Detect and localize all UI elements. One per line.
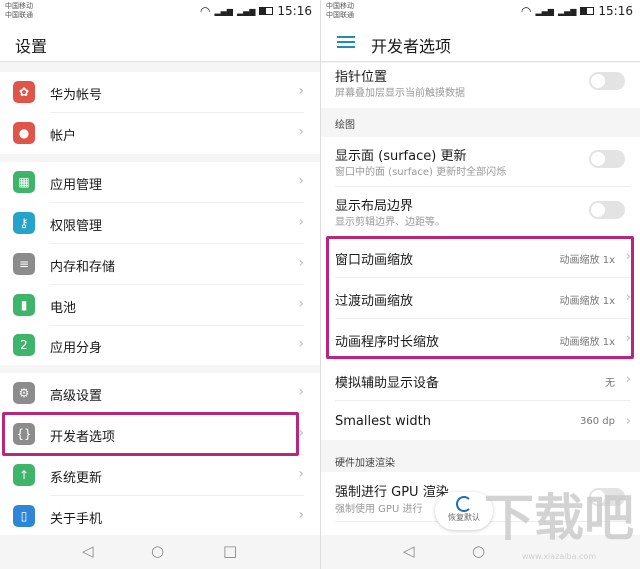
page-title: 设置 xyxy=(15,37,48,56)
chevron-right-icon: › xyxy=(298,507,304,523)
recents-button[interactable]: □ xyxy=(223,542,237,560)
back-button[interactable]: ◁ xyxy=(403,542,415,560)
surface-updates-toggle[interactable] xyxy=(589,150,625,168)
home-button[interactable]: ○ xyxy=(151,542,164,560)
chevron-right-icon: › xyxy=(298,255,304,271)
status-bar: 中国移动 中国联通 ◠ ▂▄▆ ▂▄▆ 15:16 xyxy=(321,0,640,22)
chevron-right-icon: › xyxy=(298,214,304,230)
carrier-1: 中国移动 xyxy=(326,2,354,10)
chevron-right-icon: › xyxy=(625,372,631,387)
battery-icon xyxy=(580,7,595,15)
account-icon: ● xyxy=(13,122,35,144)
app-twin-icon: 2 xyxy=(13,334,35,356)
settings-item[interactable]: ▯ 关于手机 › xyxy=(0,496,320,537)
huawei-icon: ✿ xyxy=(13,81,35,103)
carrier-2: 中国联通 xyxy=(326,11,354,19)
chevron-right-icon: › xyxy=(298,173,304,189)
pointer-location-row[interactable]: 指针位置屏幕叠加层显示当前触摸数据 xyxy=(321,63,640,108)
signal-icon: ▂▄▆ xyxy=(214,6,233,16)
settings-item[interactable]: ⚙ 高级设置 › xyxy=(0,373,320,414)
highlight-developer-options xyxy=(2,412,299,456)
battery-icon: ▮ xyxy=(13,294,35,316)
row-title: 显示布局边界 xyxy=(335,199,414,214)
storage-icon: ≡ xyxy=(13,253,35,275)
surface-updates-row[interactable]: 显示面 (surface) 更新窗口中的面 (surface) 更新时全部闪烁 xyxy=(321,137,640,187)
clock: 15:16 xyxy=(277,4,312,18)
page-title: 开发者选项 xyxy=(371,37,452,56)
settings-item-label: 应用分身 xyxy=(50,341,103,356)
settings-item[interactable]: ≡ 内存和存储 › xyxy=(0,244,320,285)
highlight-animation-scales xyxy=(326,236,634,359)
signal-icon: ▂▄▆ xyxy=(535,6,554,16)
row-value: 360 dp xyxy=(580,416,615,427)
chevron-right-icon: › xyxy=(625,414,631,429)
chevron-right-icon: › xyxy=(298,336,304,352)
developer-options-screen: 中国移动 中国联通 ◠ ▂▄▆ ▂▄▆ 15:16 开发者选项 指针位置 屏幕叠加层显示当… xyxy=(320,0,640,569)
app-bar: 开发者选项 xyxy=(321,22,640,62)
chevron-right-icon: › xyxy=(298,425,304,441)
row-subtitle: 窗口中的面 (surface) 更新时全部闪烁 xyxy=(335,167,507,178)
settings-item-label: 应用管理 xyxy=(50,178,103,193)
signal-icon: ▂▄▆ xyxy=(236,6,256,16)
carrier-1: 中国移动 xyxy=(5,2,33,10)
apps-icon: ▦ xyxy=(13,171,35,193)
carrier-2: 中国联通 xyxy=(5,11,33,19)
settings-item-label: 华为帐号 xyxy=(50,88,103,103)
gear-icon: ⚙ xyxy=(13,382,35,404)
settings-item[interactable]: ↑ 系统更新 › xyxy=(0,455,320,496)
settings-item-label: 高级设置 xyxy=(50,389,103,404)
nav-bar: ◁ ○ □ xyxy=(0,535,320,569)
row-title: Smallest width xyxy=(335,414,431,429)
settings-item[interactable]: ▦ 应用管理 › xyxy=(0,162,320,203)
chevron-right-icon: › xyxy=(298,466,304,482)
row-title: 模拟辅助显示设备 xyxy=(335,376,440,391)
back-button[interactable]: ◁ xyxy=(82,542,94,560)
settings-item-label: 系统更新 xyxy=(50,471,103,486)
menu-icon[interactable] xyxy=(337,36,355,48)
update-icon: ↑ xyxy=(13,464,35,486)
wifi-icon: ◠ xyxy=(199,4,211,18)
settings-item-label: 内存和存储 xyxy=(50,260,116,275)
clock: 15:16 xyxy=(598,4,633,18)
settings-item[interactable]: 2 应用分身 › xyxy=(0,325,320,366)
row-title: 显示面 (surface) 更新 xyxy=(335,149,467,164)
settings-item-label: 关于手机 xyxy=(50,512,103,527)
row-subtitle: 显示剪辑边界、边距等。 xyxy=(335,217,445,228)
section-header-hw-rendering: 硬件加速渲染 xyxy=(335,458,395,469)
app-bar: 设置 xyxy=(0,22,320,62)
settings-item[interactable]: ⚷ 权限管理 › xyxy=(0,203,320,244)
signal-icon: ▂▄▆ xyxy=(557,6,577,16)
simulate-secondary-display-row[interactable]: 模拟辅助显示设备 无 › xyxy=(321,360,640,401)
row-title: 强制进行 GPU 渲染 xyxy=(335,485,449,500)
settings-item[interactable]: ✿ 华为帐号 › xyxy=(0,72,320,113)
row-title: 指针位置 xyxy=(335,70,388,85)
pointer-location-toggle[interactable] xyxy=(589,72,625,90)
battery-icon xyxy=(259,7,274,15)
settings-screen: 中国移动 中国联通 ◠ ▂▄▆ ▂▄▆ 15:16 设置 ✿ 华为帐号 › ● 帐户 › ▦ 应用管理… xyxy=(0,0,320,569)
chevron-right-icon: › xyxy=(298,83,304,99)
settings-item[interactable]: ▮ 电池 › xyxy=(0,285,320,326)
loading-spinner-icon xyxy=(456,496,472,512)
layout-bounds-toggle[interactable] xyxy=(589,201,625,219)
chevron-right-icon: › xyxy=(298,124,304,140)
row-value: 无 xyxy=(605,378,615,389)
layout-bounds-row[interactable]: 显示布局边界显示剪辑边界、边距等。 xyxy=(321,187,640,237)
settings-item[interactable]: ● 帐户 › xyxy=(0,113,320,154)
status-bar: 中国移动 中国联通 ◠ ▂▄▆ ▂▄▆ 15:16 xyxy=(0,0,320,22)
settings-item-label: 帐户 xyxy=(50,129,77,144)
wifi-icon: ◠ xyxy=(520,4,532,18)
section-header-drawing: 绘图 xyxy=(335,120,355,131)
watermark-logo: 下载吧 www.xiazaiba.com xyxy=(484,489,634,561)
row-subtitle: 屏幕叠加层显示当前触摸数据 xyxy=(335,88,465,99)
row-subtitle: 强制使用 GPU 进行 xyxy=(335,504,423,515)
chevron-right-icon: › xyxy=(298,296,304,312)
phone-icon: ▯ xyxy=(13,505,35,527)
chevron-right-icon: › xyxy=(298,384,304,400)
key-icon: ⚷ xyxy=(13,212,35,234)
settings-item-label: 电池 xyxy=(50,301,77,316)
smallest-width-row[interactable]: Smallest width 360 dp › xyxy=(321,401,640,440)
settings-item-label: 权限管理 xyxy=(50,219,103,234)
